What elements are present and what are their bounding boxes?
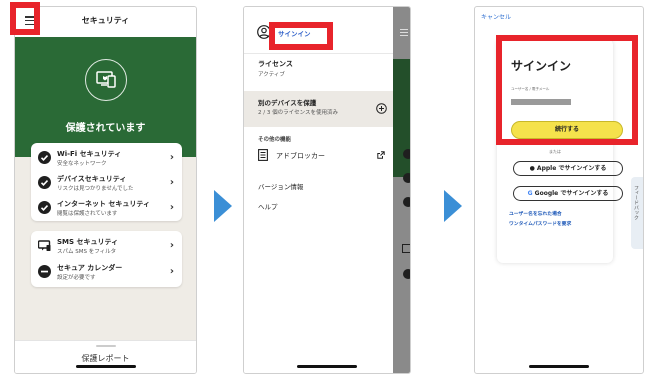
or-divider: または bbox=[549, 149, 561, 154]
item-title: セキュア カレンダー bbox=[57, 264, 123, 272]
report-label: 保護レポート bbox=[81, 354, 130, 363]
check-circle-icon bbox=[38, 201, 51, 214]
item-subtitle: スパム SMS をフィルタ bbox=[57, 249, 117, 255]
protect-device-item[interactable]: 別のデバイスを保護 2 / 3 個のライセンスを使用済み bbox=[244, 91, 393, 127]
highlight-box bbox=[269, 22, 333, 50]
list-item-sms[interactable]: SMS セキュリティ スパム SMS をフィルタ › bbox=[31, 234, 182, 258]
list-item-calendar[interactable]: セキュア カレンダー 設定が必要です › bbox=[31, 260, 182, 284]
external-link-icon bbox=[377, 151, 385, 159]
item-subtitle: 安全なネットワーク bbox=[57, 161, 107, 167]
help-item[interactable]: ヘルプ bbox=[258, 201, 278, 211]
list-item-device[interactable]: デバイスセキュリティ リスクは見つかりませんでした › bbox=[31, 171, 182, 195]
top-bar: セキュリティ bbox=[15, 7, 196, 37]
otp-link[interactable]: ワンタイムパスワードを要求 bbox=[509, 220, 571, 227]
google-label: Google でサインインする bbox=[534, 190, 609, 197]
version-info-item[interactable]: バージョン情報 bbox=[258, 181, 303, 191]
report-footer[interactable]: 保護レポート bbox=[15, 340, 196, 373]
item-subtitle: 設定が必要です bbox=[57, 275, 96, 281]
background-device-icon bbox=[402, 244, 410, 253]
item-title: デバイスセキュリティ bbox=[57, 175, 127, 183]
highlight-box bbox=[496, 35, 638, 145]
arrow-right-icon bbox=[444, 190, 462, 222]
arrow-right-icon bbox=[214, 190, 232, 222]
chevron-right-icon: › bbox=[169, 202, 174, 213]
protect-subtitle: 2 / 3 個のライセンスを使用済み bbox=[258, 110, 338, 116]
license-title: ライセンス bbox=[258, 60, 293, 68]
security-card: Wi-Fi セキュリティ 安全なネットワーク › デバイスセキュリティ リスクは… bbox=[31, 143, 182, 221]
check-circle-icon bbox=[38, 151, 51, 164]
background-check-icon bbox=[403, 197, 410, 207]
home-indicator bbox=[529, 365, 589, 368]
sms-device-icon bbox=[38, 240, 51, 251]
background-hamburger-icon bbox=[400, 29, 408, 36]
status-banner: 保護されています bbox=[15, 37, 196, 157]
protection-status: 保護されています bbox=[65, 123, 146, 134]
chevron-right-icon: › bbox=[169, 177, 174, 188]
phone-screen-menu: サインイン ライセンス アクティブ 別のデバイスを保護 2 / 3 個のライセン… bbox=[243, 6, 411, 374]
google-icon: G bbox=[527, 190, 535, 197]
background-check-icon bbox=[403, 173, 410, 183]
adblocker-label: アドブロッカー bbox=[276, 152, 325, 160]
apple-signin-button[interactable]: ● Apple でサインインする bbox=[513, 161, 623, 176]
apple-label: Apple でサインインする bbox=[534, 165, 607, 172]
chevron-right-icon: › bbox=[169, 266, 174, 277]
home-indicator bbox=[297, 365, 357, 368]
features-card: SMS セキュリティ スパム SMS をフィルタ › セキュア カレンダー 設定… bbox=[31, 231, 182, 287]
protect-title: 別のデバイスを保護 bbox=[258, 99, 317, 107]
home-indicator bbox=[75, 365, 136, 368]
phone-screen-security-home: セキュリティ 保護されています Wi-Fi セキュリティ 安全なネットワーク ›… bbox=[14, 6, 197, 374]
other-features-heading: その他の機能 bbox=[258, 137, 292, 143]
item-title: インターネット セキュリティ bbox=[57, 200, 151, 208]
adblocker-item[interactable]: アドブロッカー bbox=[244, 147, 393, 165]
chevron-right-icon: › bbox=[169, 152, 174, 163]
item-subtitle: リスクは見つかりませんでした bbox=[57, 186, 134, 192]
background-minus-icon bbox=[403, 269, 410, 279]
shield-device-icon bbox=[84, 59, 127, 101]
chevron-right-icon: › bbox=[169, 240, 174, 251]
side-menu: サインイン ライセンス アクティブ 別のデバイスを保護 2 / 3 個のライセン… bbox=[244, 7, 393, 373]
google-signin-button[interactable]: G Google でサインインする bbox=[513, 186, 623, 201]
item-subtitle: 閲覧は保護されています bbox=[57, 211, 118, 217]
minus-circle-icon bbox=[38, 265, 51, 278]
adblocker-icon bbox=[258, 149, 268, 161]
cancel-button[interactable]: キャンセル bbox=[481, 12, 511, 21]
list-item-wifi[interactable]: Wi-Fi セキュリティ 安全なネットワーク › bbox=[31, 146, 182, 170]
license-status: アクティブ bbox=[258, 72, 285, 78]
item-title: SMS セキュリティ bbox=[57, 238, 119, 246]
drag-handle[interactable] bbox=[95, 345, 116, 347]
check-circle-icon bbox=[38, 176, 51, 189]
forgot-username-link[interactable]: ユーザー名を忘れた場合 bbox=[509, 210, 562, 217]
page-title: セキュリティ bbox=[81, 16, 130, 25]
item-title: Wi-Fi セキュリティ bbox=[57, 150, 122, 158]
background-check-icon bbox=[403, 149, 410, 159]
add-circle-icon[interactable] bbox=[376, 103, 387, 114]
list-item-internet[interactable]: インターネット セキュリティ 閲覧は保護されています › bbox=[31, 196, 182, 220]
feedback-tab[interactable]: フィードバック bbox=[631, 177, 643, 249]
highlight-box bbox=[10, 2, 40, 35]
feedback-label: フィードバック bbox=[633, 185, 639, 220]
